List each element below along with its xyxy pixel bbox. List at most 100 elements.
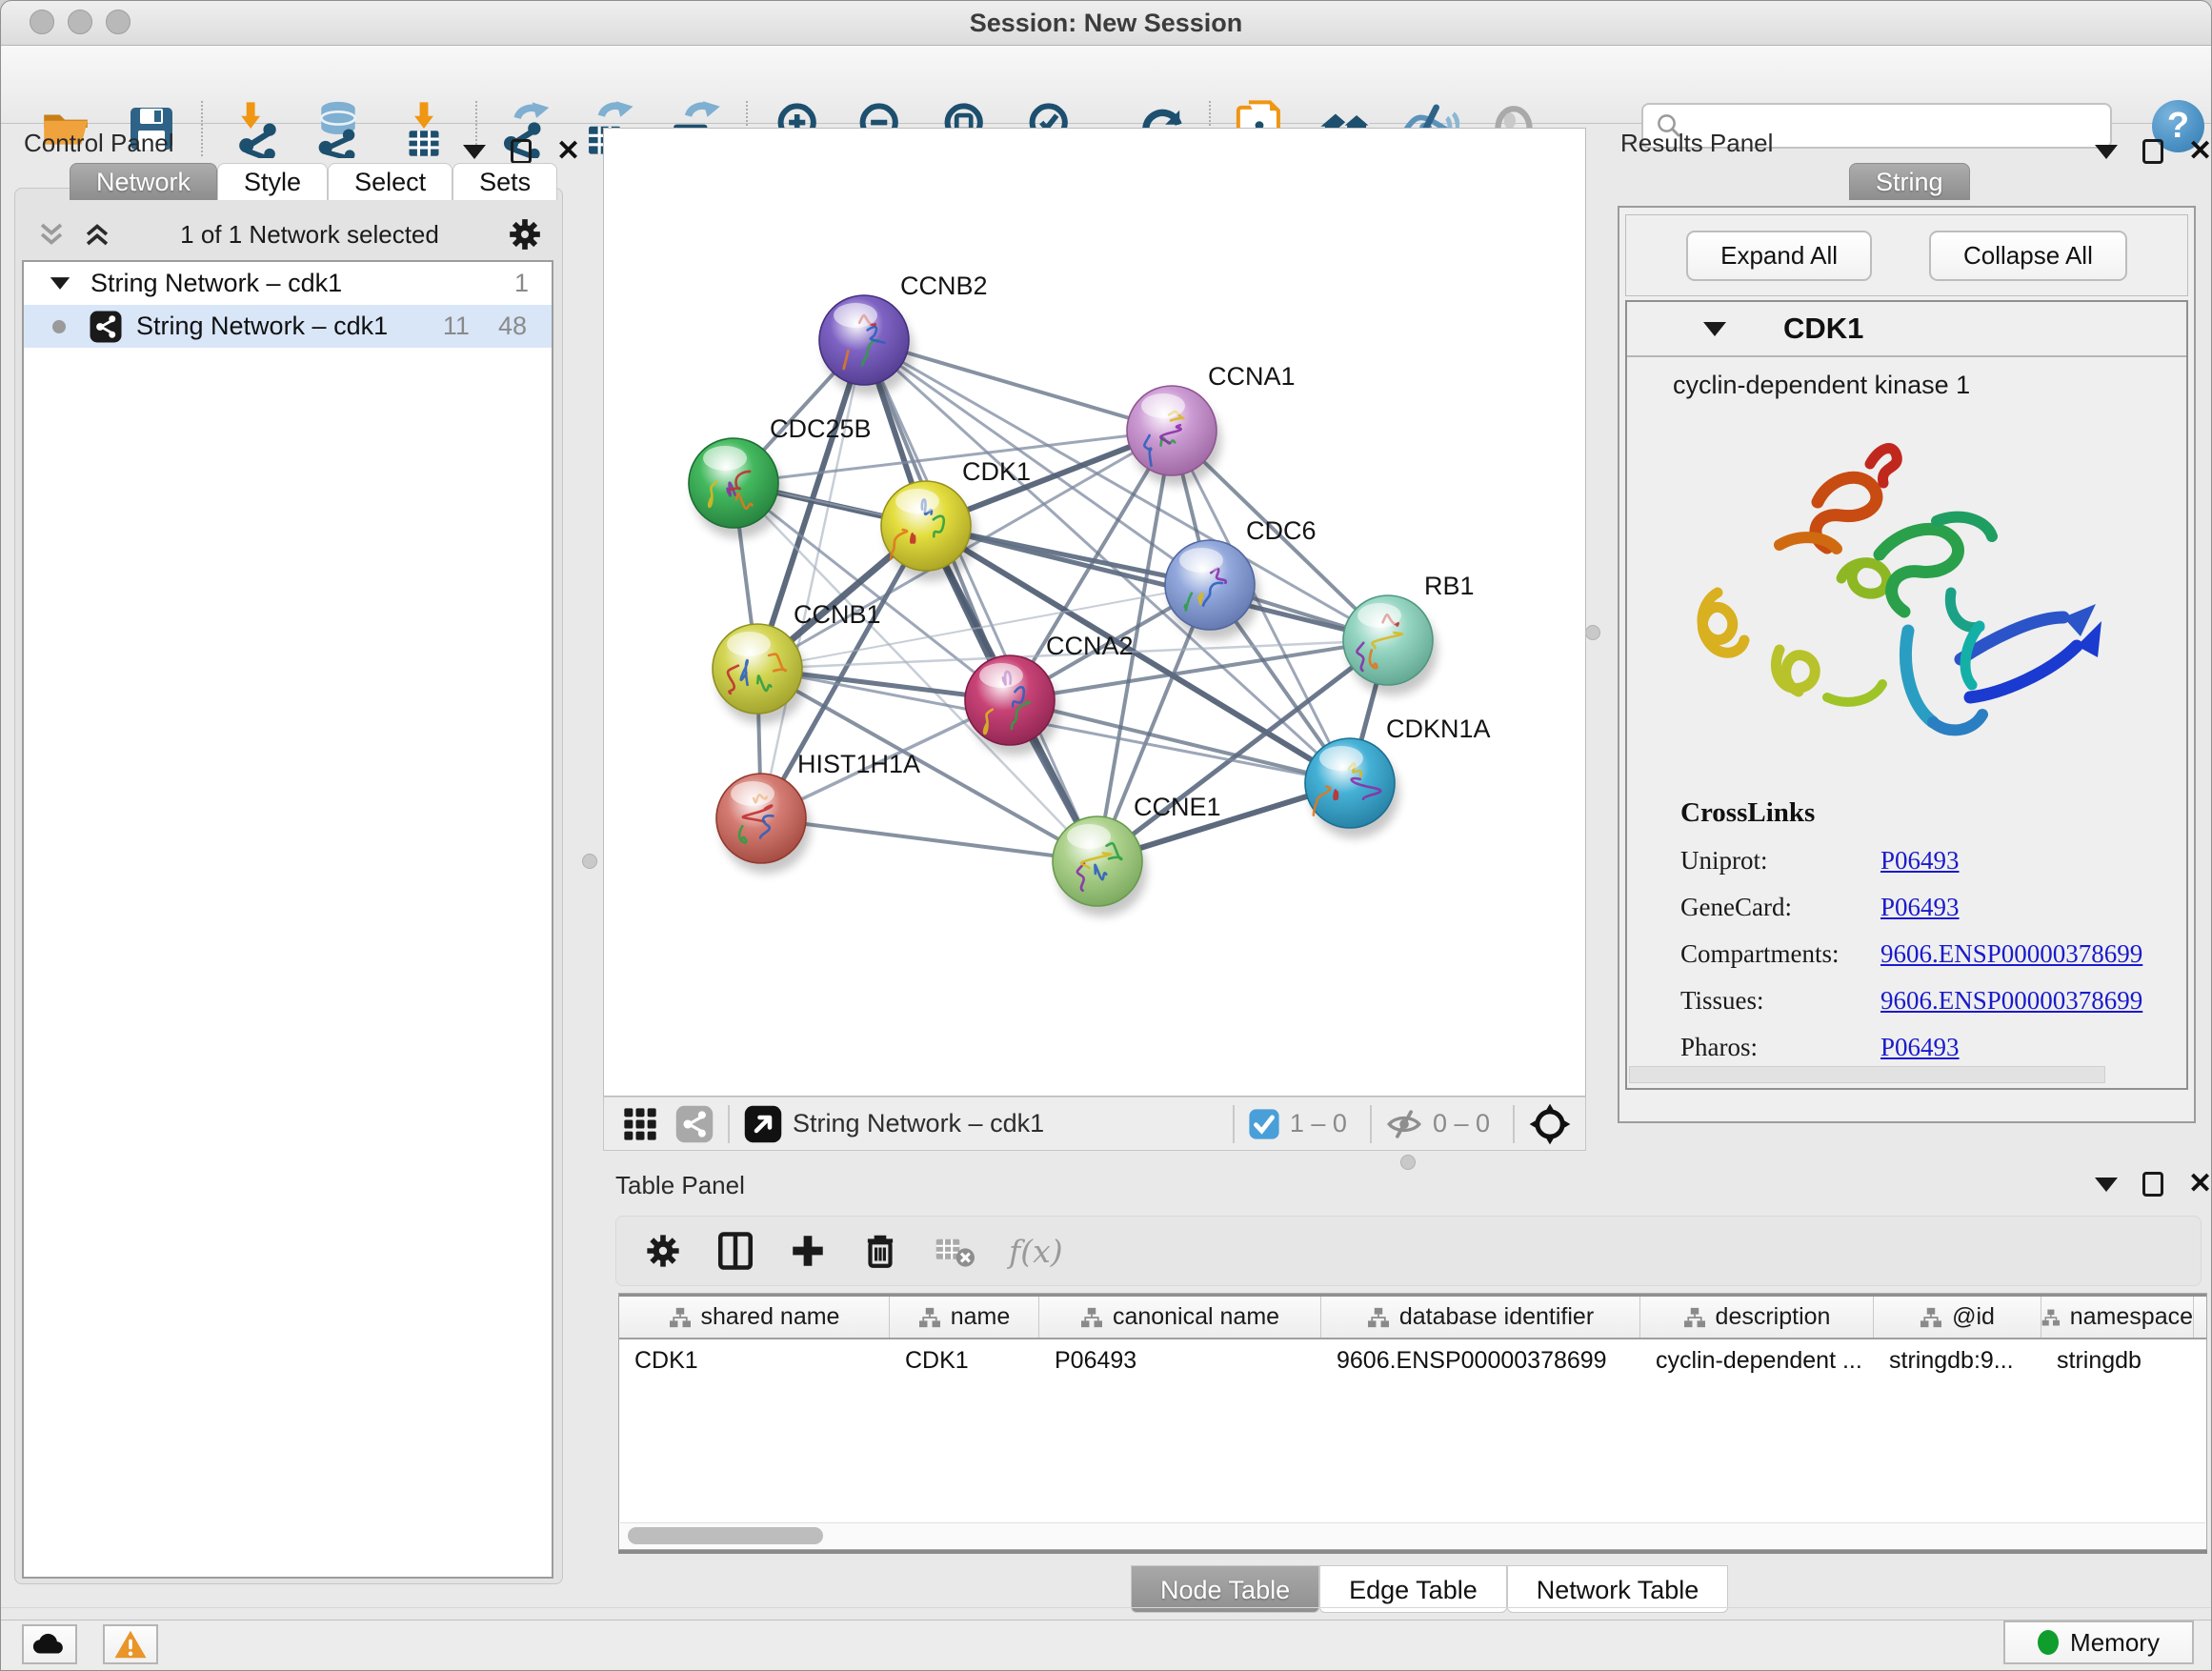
control-tab-style[interactable]: Style (217, 163, 328, 200)
column-header-name[interactable]: name (890, 1297, 1039, 1338)
section-expander-icon[interactable] (1703, 322, 1726, 336)
selected-checkbox-icon[interactable] (1248, 1108, 1280, 1140)
network-node-CDKN1A[interactable] (1305, 738, 1399, 838)
column-header-canonical-name[interactable]: canonical name (1039, 1297, 1321, 1338)
import-network-database-button[interactable] (307, 97, 370, 160)
import-table-button[interactable] (392, 97, 455, 160)
network-node-CDC6[interactable] (1165, 540, 1259, 640)
bottom-splitter-handle[interactable] (1400, 1155, 1416, 1170)
float-panel-icon[interactable] (2142, 139, 2163, 164)
collection-count: 1 (514, 269, 529, 298)
network-collection-row[interactable]: String Network – cdk1 1 (24, 262, 552, 305)
network-graph[interactable]: CCNB2CCNA1CDC25BCDK1CDC6RB1CCNB1CCNA2CDK… (604, 129, 1585, 1096)
crosslink-row: Compartments:9606.ENSP00000378699 (1680, 939, 2142, 969)
close-panel-icon[interactable]: ✕ (2188, 1172, 2212, 1197)
control-tab-sets[interactable]: Sets (452, 163, 557, 200)
table-cell: CDK1 (619, 1347, 890, 1375)
gene-name: CDK1 (1783, 312, 1863, 346)
crosslink-link[interactable]: P06493 (1880, 846, 1960, 876)
application-window: Session: New Session (0, 0, 2212, 1671)
navigator-crosshair-icon[interactable] (1528, 1102, 1572, 1146)
panel-menu-icon[interactable] (463, 145, 486, 159)
float-panel-icon[interactable] (2142, 1172, 2163, 1197)
panel-menu-icon[interactable] (2095, 145, 2118, 159)
network-node-CCNA2[interactable] (965, 655, 1059, 755)
collection-expander-icon[interactable] (50, 277, 70, 290)
network-share-view-icon[interactable] (674, 1104, 714, 1144)
import-network-icon (230, 99, 289, 158)
memory-label: Memory (2070, 1628, 2160, 1658)
tab-network-table[interactable]: Network Table (1507, 1565, 1729, 1613)
network-edge-CDK1-RB1[interactable] (926, 526, 1388, 640)
right-splitter-handle[interactable] (1585, 625, 1600, 640)
crosslink-label: Uniprot: (1680, 846, 1880, 876)
control-tab-select[interactable]: Select (328, 163, 452, 200)
column-header-shared-name[interactable]: shared name (619, 1297, 890, 1338)
collapse-all-button[interactable]: Collapse All (1929, 231, 2127, 281)
control-tab-network[interactable]: Network (70, 163, 217, 200)
control-panel-title: Control Panel (24, 129, 174, 158)
cloud-status-button[interactable] (22, 1624, 77, 1664)
crosslink-link[interactable]: P06493 (1880, 893, 1960, 922)
network-node-RB1[interactable] (1343, 595, 1438, 695)
expand-all-networks-icon[interactable] (81, 218, 113, 251)
memory-button[interactable]: Memory (2003, 1621, 2194, 1664)
network-node-CDK1[interactable] (881, 481, 975, 581)
table-options-gear-icon[interactable] (643, 1231, 683, 1271)
results-scrollbar[interactable] (1629, 1066, 2105, 1083)
results-tab-string[interactable]: String (1849, 163, 1970, 200)
warnings-button[interactable] (103, 1624, 158, 1664)
column-header-namespace[interactable]: namespace (2041, 1297, 2194, 1338)
column-tree-icon (2041, 1307, 2061, 1328)
export-view-icon[interactable] (743, 1104, 783, 1144)
scrollbar-thumb[interactable] (628, 1527, 823, 1544)
network-node-CCNB2[interactable] (819, 295, 914, 395)
function-builder-icon: f(x) (1009, 1233, 1063, 1270)
crosslink-row: Pharos:P06493 (1680, 1033, 2142, 1062)
status-bar (1, 1620, 2211, 1671)
float-panel-icon[interactable] (511, 139, 532, 164)
node-label-CCNA2: CCNA2 (1046, 632, 1134, 660)
column-tree-icon (1080, 1307, 1103, 1328)
network-canvas[interactable]: CCNB2CCNA1CDC25BCDK1CDC6RB1CCNB1CCNA2CDK… (603, 128, 1586, 1097)
network-edge-HIST1H1A-CCNE1[interactable] (761, 818, 1097, 861)
crosslink-link[interactable]: 9606.ENSP00000378699 (1880, 986, 2142, 1016)
close-panel-icon[interactable]: ✕ (2188, 139, 2212, 164)
column-header-label: description (1716, 1303, 1831, 1331)
crosslink-link[interactable]: P06493 (1880, 1033, 1960, 1062)
column-header-database-identifier[interactable]: database identifier (1321, 1297, 1640, 1338)
column-header--id[interactable]: @id (1874, 1297, 2041, 1338)
tab-edge-table[interactable]: Edge Table (1319, 1565, 1507, 1613)
column-header-label: name (951, 1303, 1011, 1331)
import-network-file-button[interactable] (228, 97, 291, 160)
table-tabs: Node TableEdge TableNetwork Table (1131, 1565, 1728, 1613)
network-edge-CCNB2-CCNE1[interactable] (864, 340, 1097, 861)
grid-view-icon[interactable] (621, 1105, 659, 1143)
network-tree: String Network – cdk1 1 String Network –… (22, 260, 553, 1579)
collapse-all-networks-icon[interactable] (35, 218, 68, 251)
show-columns-icon[interactable] (715, 1231, 755, 1271)
add-column-icon[interactable] (788, 1231, 828, 1271)
crosslink-link[interactable]: 9606.ENSP00000378699 (1880, 939, 2142, 969)
cloud-icon (31, 1630, 68, 1659)
close-panel-icon[interactable]: ✕ (556, 139, 580, 164)
network-row[interactable]: String Network – cdk1 11 48 (24, 305, 552, 348)
expand-all-button[interactable]: Expand All (1686, 231, 1872, 281)
gene-section-header[interactable]: CDK1 (1627, 302, 2186, 357)
column-header-description[interactable]: description (1640, 1297, 1874, 1338)
network-view-name: String Network – cdk1 (793, 1109, 1044, 1138)
hidden-eye-slash-icon[interactable] (1385, 1105, 1423, 1143)
network-node-CDC25B[interactable] (689, 438, 783, 538)
network-node-HIST1H1A[interactable] (716, 774, 811, 874)
tab-node-table[interactable]: Node Table (1131, 1565, 1319, 1613)
panel-menu-icon[interactable] (2095, 1178, 2118, 1192)
table-horizontal-scrollbar[interactable] (620, 1522, 2205, 1548)
network-edge-CCNB2-HIST1H1A[interactable] (761, 340, 864, 818)
network-node-CCNA1[interactable] (1127, 386, 1221, 486)
network-options-gear-icon[interactable] (506, 215, 544, 253)
crosslink-row: Tissues:9606.ENSP00000378699 (1680, 986, 2142, 1016)
delete-column-icon[interactable] (860, 1231, 900, 1271)
crosslinks-rows: Uniprot:P06493GeneCard:P06493Compartment… (1680, 846, 2142, 1062)
left-splitter-handle[interactable] (582, 854, 597, 869)
table-row[interactable]: CDK1CDK1P064939606.ENSP00000378699cyclin… (619, 1339, 2206, 1382)
